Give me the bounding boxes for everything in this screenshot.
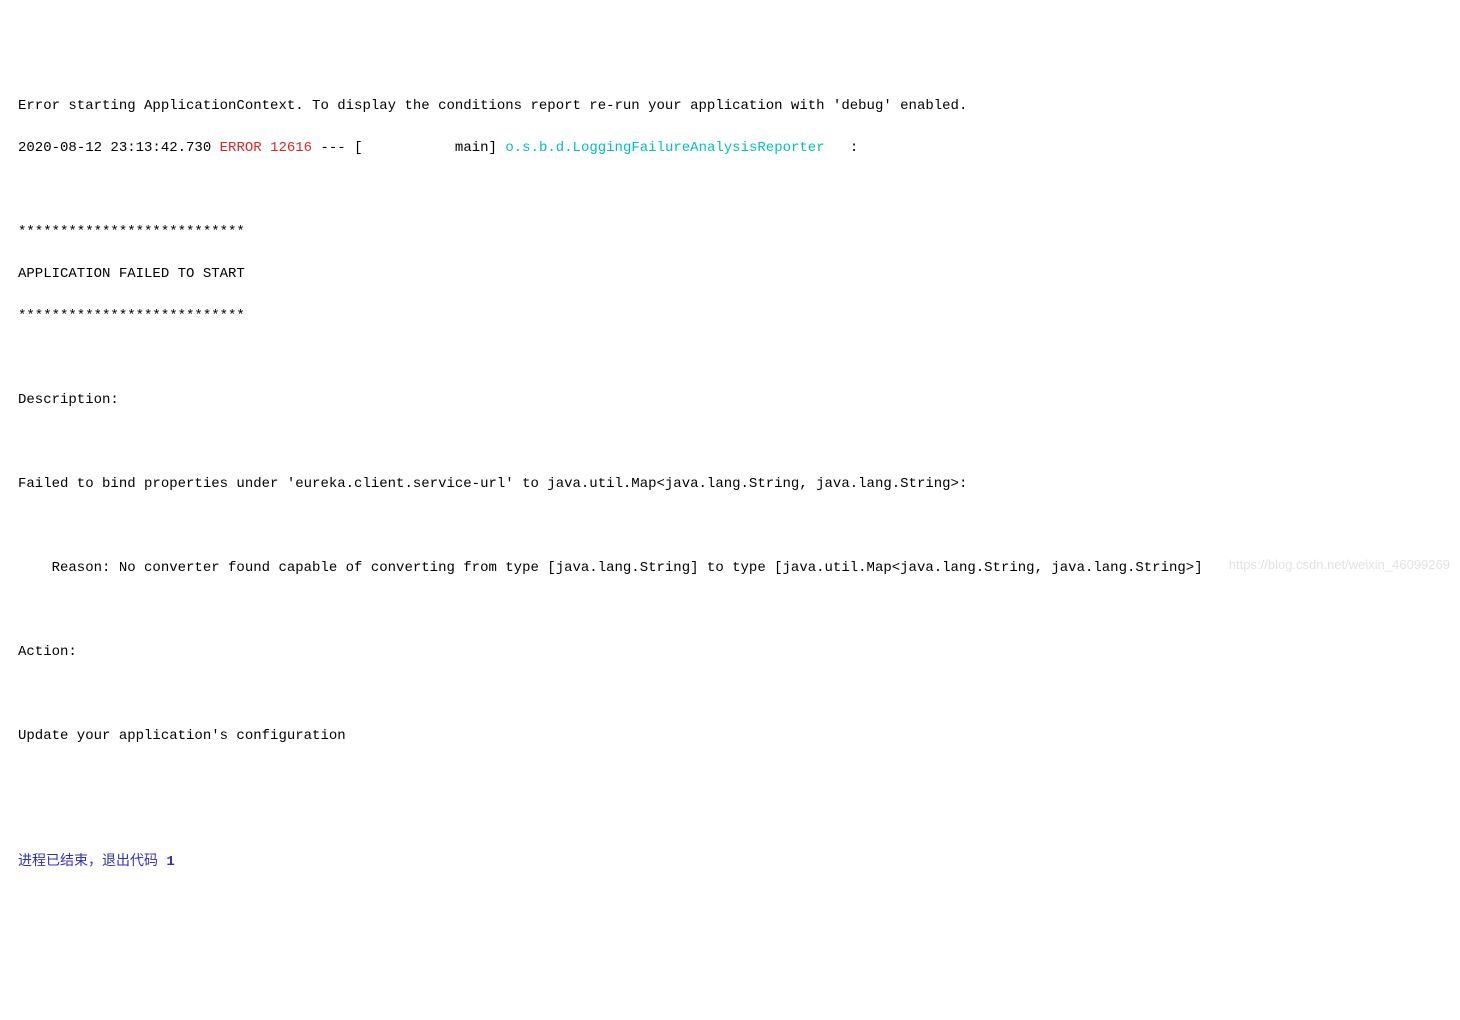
reason-text: Reason: No converter found capable of co… bbox=[18, 558, 1442, 579]
process-exit-line: 进程已结束，退出代码 1 bbox=[18, 852, 1442, 873]
blank-line bbox=[18, 684, 1442, 705]
description-text: Failed to bind properties under 'eureka.… bbox=[18, 474, 1442, 495]
blank-line bbox=[18, 768, 1442, 789]
star-border-bottom: *************************** bbox=[18, 306, 1442, 327]
log-pid: 12616 bbox=[270, 140, 312, 156]
console-log-line: 2020-08-12 23:13:42.730 ERROR 12616 --- … bbox=[18, 138, 1442, 159]
blank-line bbox=[18, 516, 1442, 537]
log-trailing-colon: : bbox=[825, 140, 859, 156]
log-level-error: ERROR bbox=[220, 140, 262, 156]
description-label: Description: bbox=[18, 390, 1442, 411]
exit-code: 1 bbox=[166, 854, 174, 870]
log-separator: --- [ bbox=[312, 140, 362, 156]
blank-line bbox=[18, 600, 1442, 621]
exit-prefix: 进程已结束，退出代码 bbox=[18, 854, 166, 870]
star-border-top: *************************** bbox=[18, 222, 1442, 243]
log-thread: main bbox=[363, 140, 489, 156]
console-line-1: Error starting ApplicationContext. To di… bbox=[18, 96, 1442, 117]
log-logger-name: o.s.b.d.LoggingFailureAnalysisReporter bbox=[505, 140, 824, 156]
blank-line bbox=[18, 348, 1442, 369]
action-label: Action: bbox=[18, 642, 1442, 663]
fail-header: APPLICATION FAILED TO START bbox=[18, 264, 1442, 285]
log-timestamp: 2020-08-12 23:13:42.730 bbox=[18, 140, 211, 156]
blank-line bbox=[18, 180, 1442, 201]
blank-line bbox=[18, 810, 1442, 831]
blank-line bbox=[18, 432, 1442, 453]
log-bracket-close: ] bbox=[489, 140, 506, 156]
action-text: Update your application's configuration bbox=[18, 726, 1442, 747]
